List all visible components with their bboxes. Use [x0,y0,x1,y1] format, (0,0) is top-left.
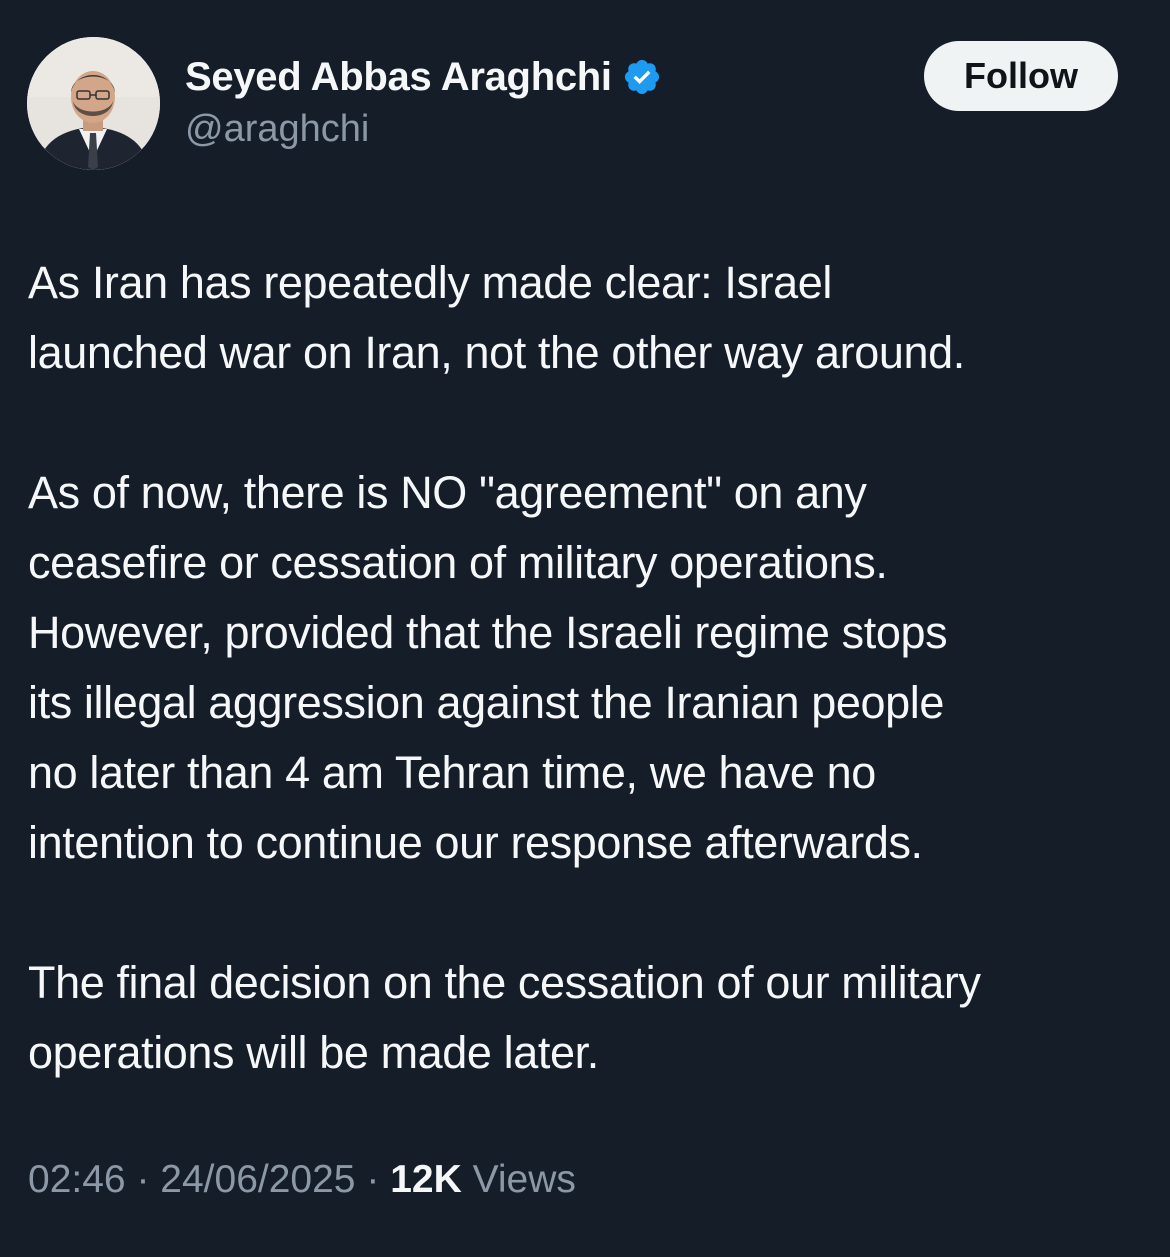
views-label[interactable]: Views [473,1158,576,1201]
tweet-meta: 02:46 · 24/06/2025 · 12K Views [28,1158,576,1202]
tweet-paragraph: As Iran has repeatedly made clear: Israe… [28,248,1158,388]
author-name-row: Seyed Abbas Araghchi [185,52,662,102]
tweet-line: As Iran has repeatedly made clear: Israe… [28,257,833,308]
tweet-date[interactable]: 24/06/2025 [160,1158,355,1201]
tweet-paragraph: As of now, there is NO "agreement" on an… [28,458,1158,878]
author-handle[interactable]: @araghchi [185,108,369,151]
tweet-line: The final decision on the cessation of o… [28,957,981,1008]
tweet-text: As Iran has repeatedly made clear: Israe… [28,248,1158,1088]
tweet-line: launched war on Iran, not the other way … [28,327,965,378]
tweet-line: However, provided that the Israeli regim… [28,607,948,658]
meta-separator: · [136,1158,150,1201]
tweet-line: As of now, there is NO "agreement" on an… [28,467,867,518]
verified-badge-icon[interactable] [622,57,662,97]
profile-photo-icon [27,37,160,170]
tweet-line: no later than 4 am Tehran time, we have … [28,747,876,798]
tweet-paragraph: The final decision on the cessation of o… [28,948,1158,1088]
follow-button[interactable]: Follow [924,41,1118,111]
views-count[interactable]: 12K [390,1158,462,1201]
tweet-line: its illegal aggression against the Irani… [28,677,945,728]
tweet-time[interactable]: 02:46 [28,1158,126,1201]
author-avatar[interactable] [27,37,160,170]
author-display-name[interactable]: Seyed Abbas Araghchi [185,55,612,100]
tweet-line: intention to continue our response after… [28,817,923,868]
tweet-line: ceasefire or cessation of military opera… [28,537,888,588]
meta-separator: · [366,1158,380,1201]
tweet-card: Seyed Abbas Araghchi @araghchi Follow As… [0,0,1170,1257]
tweet-line: operations will be made later. [28,1027,599,1078]
